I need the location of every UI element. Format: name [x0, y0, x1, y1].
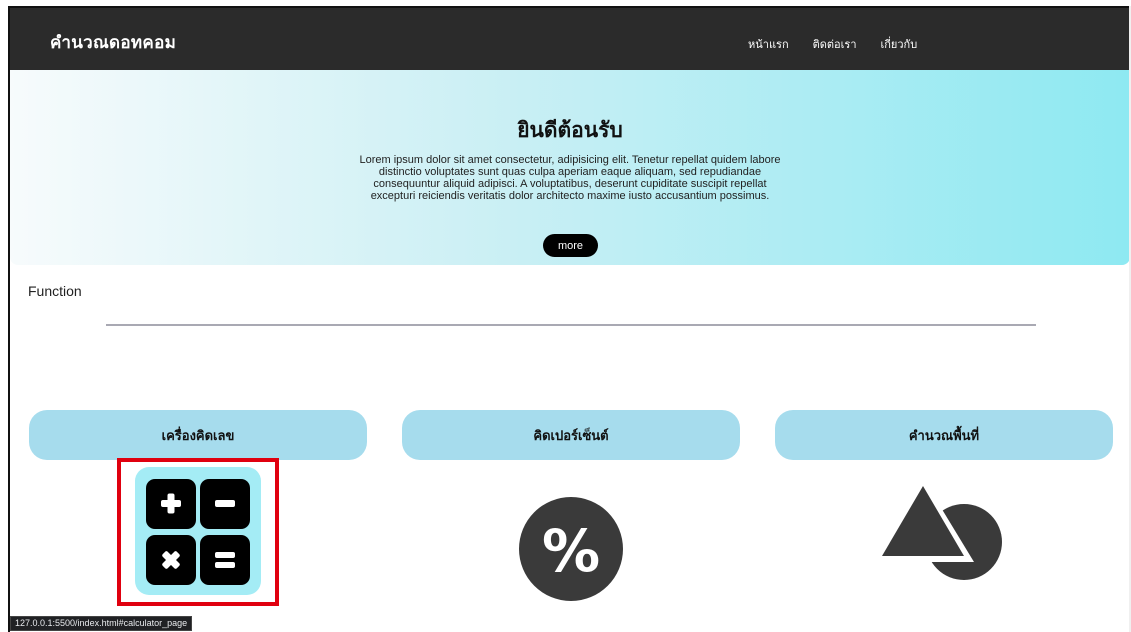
percent-card-title[interactable]: คิดเปอร์เซ็นต์	[402, 410, 740, 460]
navbar: คำนวณดอทคอม หน้าแรก ติดต่อเรา เกี่ยวกับ	[10, 8, 1130, 70]
percent-icon[interactable]: %	[518, 496, 624, 602]
browser-viewport: คำนวณดอทคอม หน้าแรก ติดต่อเรา เกี่ยวกับ …	[8, 6, 1130, 632]
shapes-icon[interactable]	[874, 476, 1006, 584]
nav-link-home[interactable]: หน้าแรก	[748, 35, 789, 53]
hero-description: Lorem ipsum dolor sit amet consectetur, …	[359, 154, 781, 202]
function-section-label: Function	[28, 283, 82, 299]
hero-banner: ยินดีต้อนรับ Lorem ipsum dolor sit amet …	[10, 70, 1130, 265]
nav-link-about[interactable]: เกี่ยวกับ	[881, 35, 918, 53]
area-card-title[interactable]: คำนวณพื้นที่	[775, 410, 1113, 460]
site-logo[interactable]: คำนวณดอทคอม	[50, 29, 176, 56]
selection-highlight	[117, 458, 279, 606]
more-button[interactable]: more	[543, 234, 598, 257]
calculator-card-title[interactable]: เครื่องคิดเลข	[29, 410, 367, 460]
status-bar-url: 127.0.0.1:5500/index.html#calculator_pag…	[10, 616, 193, 631]
nav-menu: หน้าแรก ติดต่อเรา เกี่ยวกับ	[748, 35, 917, 53]
svg-text:%: %	[542, 517, 600, 585]
nav-link-contact[interactable]: ติดต่อเรา	[813, 35, 857, 53]
hero-title: ยินดีต้อนรับ	[517, 118, 623, 142]
section-divider	[106, 324, 1036, 326]
